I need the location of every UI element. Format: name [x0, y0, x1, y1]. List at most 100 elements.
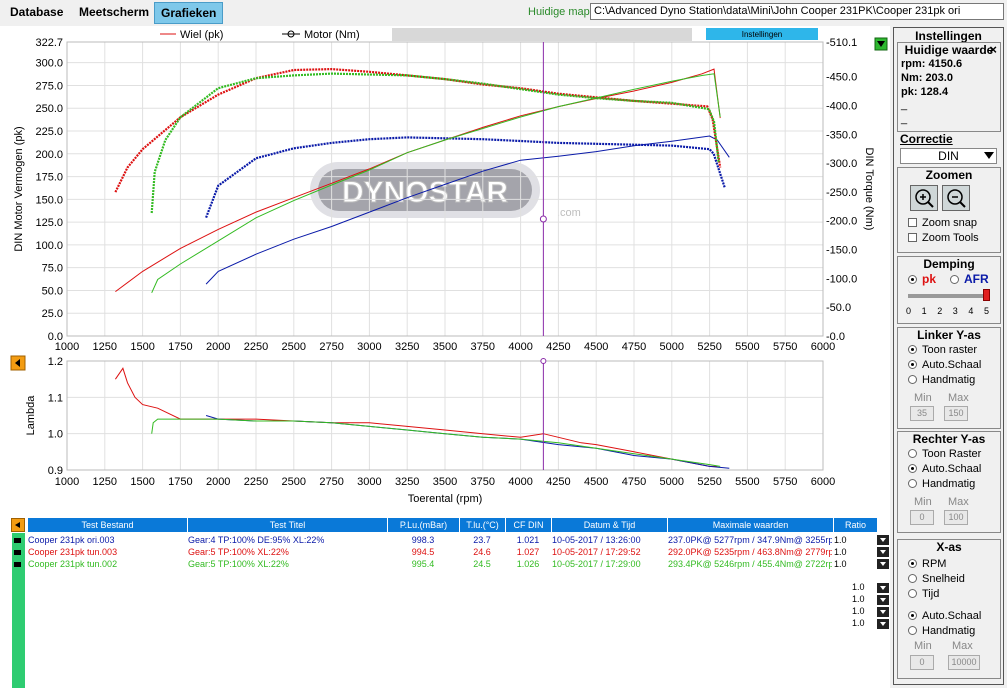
demping-pk-radio[interactable]: pk [908, 273, 936, 286]
zoom-snap-checkbox[interactable]: Zoom snap [908, 217, 977, 230]
xas-rpm-radio[interactable]: RPM [908, 558, 946, 571]
rechter-min-field[interactable]: 0 [910, 510, 934, 525]
top-xtick-2000: 2000 [206, 341, 230, 353]
top-xtick-4000: 4000 [508, 341, 532, 353]
cell-ratio: 1.0 [834, 535, 847, 545]
row-marker [14, 538, 21, 543]
column-header-1[interactable]: Test Titel [188, 518, 388, 532]
current-path-field[interactable]: C:\Advanced Dyno Station\data\Mini\John … [590, 3, 1004, 20]
rechter-max-field[interactable]: 100 [944, 510, 968, 525]
table-row[interactable]: Cooper 231pk tun.003 Gear:5 TP:100% XL:22… [28, 546, 858, 558]
linker-y-as-group: Linker Y-as Toon raster Auto.Schaal Hand… [897, 327, 1001, 429]
zoom-in-button[interactable] [910, 185, 938, 211]
correctie-title: Correctie [900, 132, 953, 146]
linker-auto-schaal-label: Auto.Schaal [922, 359, 982, 371]
top-xtick-1750: 1750 [168, 341, 192, 353]
ratio-dropdown-icon[interactable] [877, 583, 889, 593]
linker-min-label: Min [914, 392, 932, 404]
tab-database[interactable]: Database [4, 2, 69, 24]
demping-afr-label: AFR [964, 272, 989, 286]
rechter-handmatig-label: Handmatig [922, 478, 976, 490]
x-as-title: X-as [936, 540, 962, 554]
close-icon[interactable]: × [989, 42, 997, 57]
zoom-tools-label: Zoom Tools [922, 232, 979, 244]
column-header-0[interactable]: Test Bestand [28, 518, 188, 532]
slider-tick-3: 3 [952, 306, 958, 316]
rechter-y-as-title: Rechter Y-as [912, 432, 986, 446]
ratio-dropdown-icon[interactable] [877, 595, 889, 605]
xas-tijd-label: Tijd [922, 588, 940, 600]
bottom-xtick-6000: 6000 [811, 476, 835, 488]
huidige-map-label: Huidige map [528, 6, 590, 18]
linker-max-field[interactable]: 150 [944, 406, 968, 421]
ratio-dropdown-icon[interactable] [877, 619, 889, 629]
top-y2tick-4: -200.0 [826, 216, 857, 228]
bottom-xtick-1000: 1000 [55, 476, 79, 488]
bottom-xtick-5750: 5750 [773, 476, 797, 488]
table-collapse-toggle[interactable] [11, 518, 25, 532]
zoom-out-button[interactable] [942, 185, 970, 211]
xas-tijd-radio[interactable]: Tijd [908, 588, 939, 601]
xas-auto-schaal-radio[interactable]: Auto.Schaal [908, 610, 981, 623]
demping-afr-radio[interactable]: AFR [950, 273, 989, 286]
column-header-4[interactable]: CF DIN [506, 518, 552, 532]
dyno-chart[interactable]: Wiel (pk) Motor (Nm) Instellingen DYNOST… [0, 26, 890, 516]
bottom-ytick-2: 1.1 [48, 392, 63, 404]
bottom-xtick-3000: 3000 [357, 476, 381, 488]
rechter-auto-schaal-radio[interactable]: Auto.Schaal [908, 463, 981, 476]
column-header-6[interactable]: Maximale waarden [668, 518, 834, 532]
xas-min-field[interactable]: 0 [910, 655, 934, 670]
cell-cf: 1.026 [516, 559, 540, 569]
tab-meetscherm[interactable]: Meetscherm [73, 2, 155, 24]
top-ytick-5: 125.0 [35, 217, 63, 229]
column-header-5[interactable]: Datum & Tijd [552, 518, 668, 532]
bottom-ytick-0: 0.9 [48, 465, 63, 477]
column-header-2[interactable]: P.Lu.(mBar) [388, 518, 460, 532]
xas-max-field[interactable]: 10000 [948, 655, 980, 670]
ratio-dropdown-icon[interactable] [877, 559, 889, 569]
top-y2tick-1: -50.0 [826, 302, 851, 314]
table-row[interactable]: Cooper 231pk ori.003 Gear:4 TP:100% DE:95… [28, 534, 858, 546]
chart-area: Wiel (pk) Motor (Nm) Instellingen DYNOST… [0, 26, 890, 516]
top-y2tick-7: -350.0 [826, 129, 857, 141]
top-ytick-13: 322.7 [35, 37, 63, 49]
linker-handmatig-radio[interactable]: Handmatig [908, 374, 975, 387]
top-y2tick-6: -300.0 [826, 158, 857, 170]
top-ytick-10: 250.0 [35, 103, 63, 115]
linker-auto-schaal-radio[interactable]: Auto.Schaal [908, 359, 981, 372]
cell-tlu: 23.7 [473, 535, 491, 545]
top-bar: Database Meetscherm Grafieken Huidige ma… [0, 0, 1007, 26]
demping-slider-thumb[interactable] [983, 289, 990, 301]
demping-slider-track[interactable] [908, 294, 986, 298]
xas-handmatig-radio[interactable]: Handmatig [908, 625, 975, 638]
cell-file: Cooper 231pk tun.002 [28, 559, 118, 569]
xas-auto-schaal-label: Auto.Schaal [922, 610, 982, 622]
bottom-xtick-4250: 4250 [546, 476, 570, 488]
tab-grafieken[interactable]: Grafieken [154, 2, 224, 24]
top-xtick-5750: 5750 [773, 341, 797, 353]
linker-toon-raster-radio[interactable]: Toon raster [908, 344, 977, 357]
bottom-xtick-4000: 4000 [508, 476, 532, 488]
xas-snelheid-radio[interactable]: Snelheid [908, 573, 965, 586]
top-ytick-6: 150.0 [35, 194, 63, 206]
rechter-handmatig-radio[interactable]: Handmatig [908, 478, 975, 491]
linker-min-field[interactable]: 35 [910, 406, 934, 421]
readout-blank-2: _ [901, 113, 908, 125]
correctie-select[interactable]: DIN [900, 148, 997, 164]
top-y2tick-8: -400.0 [826, 100, 857, 112]
watermark-suffix: .com [557, 207, 581, 219]
ratio-dropdown-icon[interactable] [877, 535, 889, 545]
zoom-tools-checkbox[interactable]: Zoom Tools [908, 232, 979, 245]
ratio-dropdown-icon[interactable] [877, 547, 889, 557]
ratio-dropdown-icon[interactable] [877, 607, 889, 617]
watermark-brand: DYNOSTAR [342, 176, 508, 209]
rechter-toon-raster-radio[interactable]: Toon Raster [908, 448, 981, 461]
bottom-xtick-3750: 3750 [471, 476, 495, 488]
column-header-3[interactable]: T.lu.(°C) [460, 518, 506, 532]
table-row[interactable]: Cooper 231pk tun.002 Gear:5 TP:100% XL:22… [28, 558, 858, 570]
row-selector-bar[interactable] [12, 533, 25, 688]
cell-file: Cooper 231pk tun.003 [28, 547, 118, 557]
column-header-7[interactable]: Ratio [834, 518, 878, 532]
cell-file: Cooper 231pk ori.003 [28, 535, 115, 545]
huidige-waarde-title: Huidige waarde [904, 43, 994, 57]
